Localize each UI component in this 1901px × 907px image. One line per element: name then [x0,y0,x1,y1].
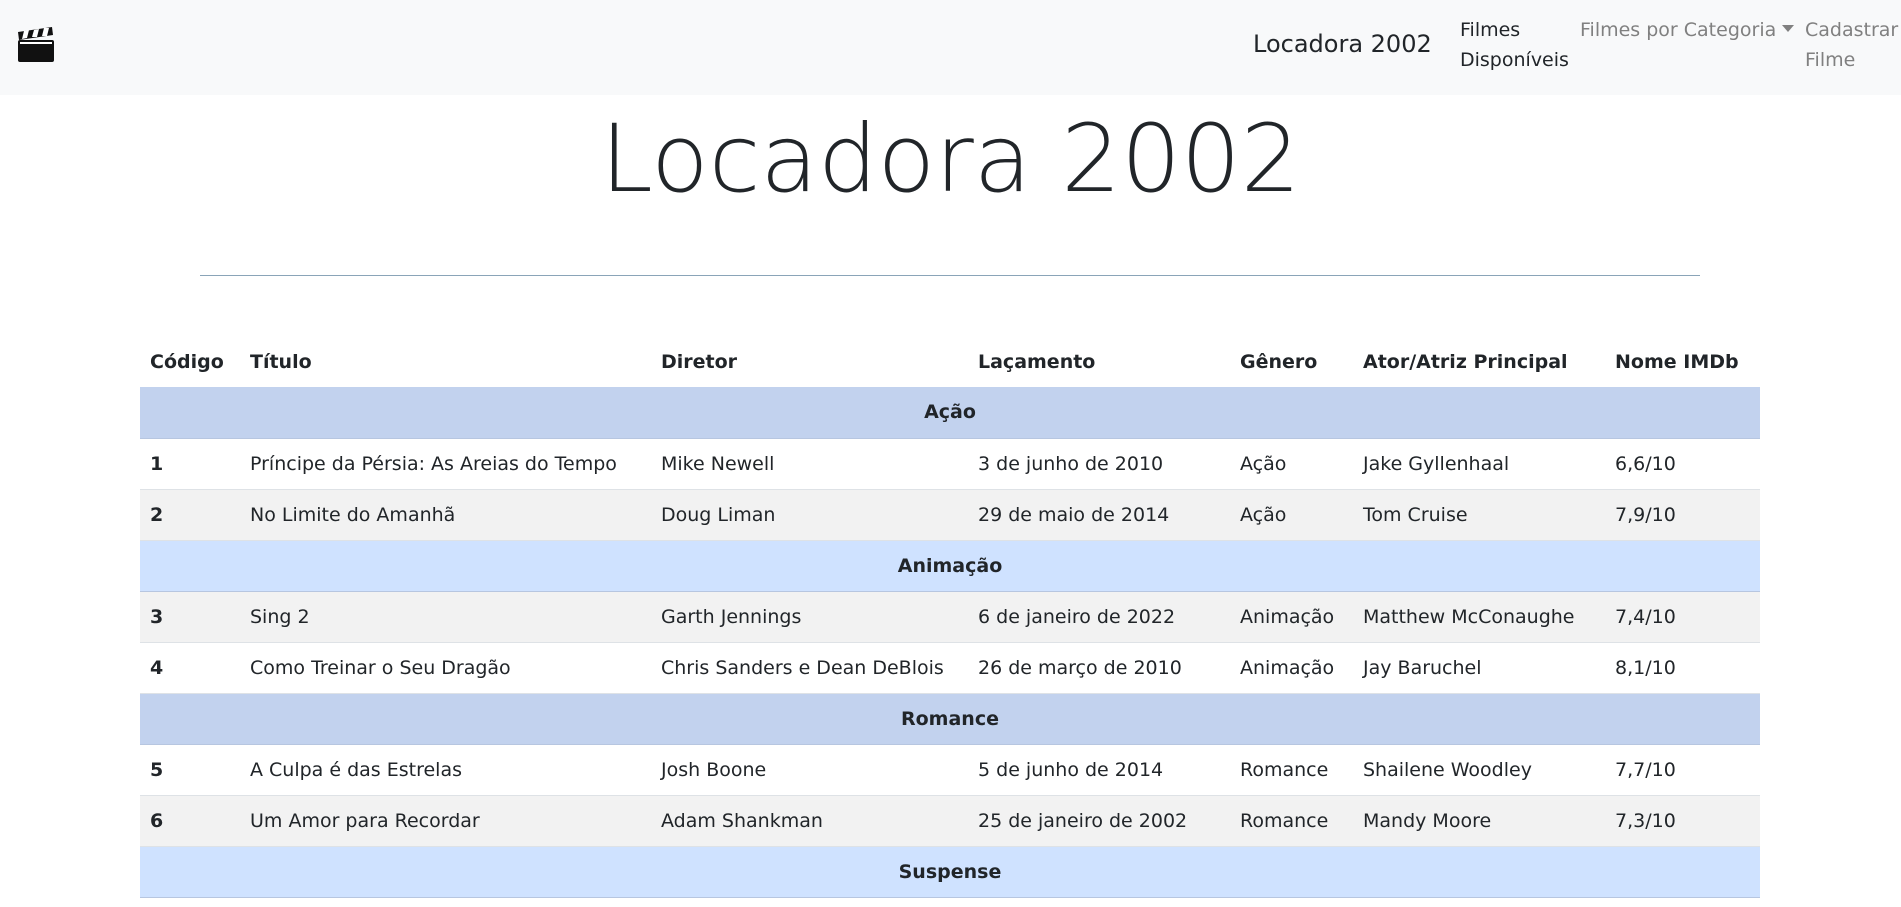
cell-lancamento: 5 de junho de 2014 [968,744,1230,796]
cell-nome-imdb: 8,1/10 [1605,642,1760,694]
nav-filmes-por-categoria-label: Filmes por Categoria [1580,19,1777,41]
cell-codigo: 5 [140,744,240,796]
cell-ator-principal: Jake Gyllenhaal [1353,438,1605,490]
category-label: Animação [140,540,1760,592]
cell-diretor: Adam Shankman [651,795,968,847]
cell-codigo: 6 [140,795,240,847]
cell-genero: Ação [1230,489,1353,541]
cell-titulo: No Limite do Amanhã [240,489,651,541]
navbar-brand[interactable]: Locadora 2002 [1253,30,1432,58]
cell-ator-principal: Mandy Moore [1353,795,1605,847]
cell-nome-imdb: 7,7/10 [1605,744,1760,796]
cell-codigo: 1 [140,438,240,490]
cell-titulo: Príncipe da Pérsia: As Areias do Tempo [240,438,651,490]
table-row: 2 No Limite do Amanhã Doug Liman 29 de maio… [140,489,1760,541]
caret-down-icon [1782,25,1795,32]
cell-genero: Animação [1230,591,1353,643]
table-header-row: Código Título Diretor Laçamento Gênero A… [140,336,1760,387]
cell-nome-imdb: 7,9/10 [1605,489,1760,541]
cell-ator-principal: Matthew McConaughe [1353,591,1605,643]
cell-codigo: 2 [140,489,240,541]
cell-lancamento: 25 de janeiro de 2002 [968,795,1230,847]
table-row: 3 Sing 2 Garth Jennings 6 de janeiro de 202… [140,591,1760,643]
cell-ator-principal: Jay Baruchel [1353,642,1605,694]
table-row: 5A Culpa é das Estrelas Josh Boone 5 de ju… [140,744,1760,796]
cell-titulo: Um Amor para Recordar [240,795,651,847]
nav-cadastrar-filme-line2: Filme [1805,49,1856,71]
cell-codigo: 3 [140,591,240,643]
header-diretor: Diretor [661,350,738,373]
nav-filmes-por-categoria-dropdown[interactable]: Filmes por Categoria [1580,15,1795,45]
header-lancamento: Laçamento [978,350,1096,373]
nav-cadastrar-filme-line1: Cadastrar [1805,19,1899,41]
cell-genero: Ação [1230,438,1353,490]
cell-nome-imdb: 6,6/10 [1605,438,1760,490]
cell-lancamento: 3 de junho de 2010 [968,438,1230,490]
cell-lancamento: 6 de janeiro de 2022 [968,591,1230,643]
cell-diretor: Doug Liman [651,489,968,541]
category-row: Romance [140,693,1760,745]
cell-diretor: Josh Boone [651,744,968,796]
header-genero: Gênero [1240,350,1318,373]
cell-genero: Romance [1230,744,1353,796]
cell-lancamento: 26 de março de 2010 [968,642,1230,694]
nav-filmes-disponiveis-line1: Filmes [1460,19,1521,41]
cell-diretor: Garth Jennings [651,591,968,643]
cell-titulo: Como Treinar o Seu Dragão [240,642,651,694]
cell-genero: Animação [1230,642,1353,694]
cell-diretor: Mike Newell [651,438,968,490]
header-nome-imdb: Nome IMDb [1615,350,1739,373]
table-row: 6 Um Amor para Recordar Adam Shankman 25 de… [140,795,1760,847]
nav-filmes-disponiveis-line2: Disponíveis [1460,49,1569,71]
cell-ator-principal: Shailene Woodley [1353,744,1605,796]
category-row: Suspense [140,846,1760,898]
cell-titulo: Sing 2 [240,591,651,643]
cell-ator-principal: Tom Cruise [1353,489,1605,541]
nav-filmes-disponiveis[interactable]: Filmes Disponíveis [1460,15,1570,75]
table-row: 4 Como Treinar o Seu Dragão Chris Sanders … [140,642,1760,694]
cell-nome-imdb: 7,4/10 [1605,591,1760,643]
category-label: Romance [140,693,1760,745]
nav-cadastrar-filme[interactable]: Cadastrar Filme [1805,15,1901,75]
cell-nome-imdb: 7,3/10 [1605,795,1760,847]
header-ator-principal: Ator/Atriz Principal [1363,350,1568,373]
category-label: Ação [140,387,1760,439]
cell-codigo: 4 [140,642,240,694]
header-codigo: Código [150,350,224,373]
page-title: Locadora 2002 [600,105,1301,214]
header-titulo: Título [250,350,312,373]
cell-titulo: A Culpa é das Estrelas [240,744,651,796]
title-divider [200,275,1700,276]
navbar: Locadora 2002 Filmes Disponíveis Filmes … [0,0,1901,95]
cell-diretor: Chris Sanders e Dean DeBlois [651,642,968,694]
category-row: Ação [140,387,1760,439]
movies-table: Código Título Diretor Laçamento Gênero A… [140,336,1760,898]
table-row: 1 Príncipe da Pérsia: As Areias do Tempo M… [140,438,1760,490]
category-label: Suspense [140,846,1760,898]
clapperboard-icon[interactable] [17,27,55,63]
cell-lancamento: 29 de maio de 2014 [968,489,1230,541]
cell-genero: Romance [1230,795,1353,847]
category-row: Animação [140,540,1760,592]
table-body: Ação 1 Príncipe da Pérsia: As Areias do Te… [140,387,1760,898]
